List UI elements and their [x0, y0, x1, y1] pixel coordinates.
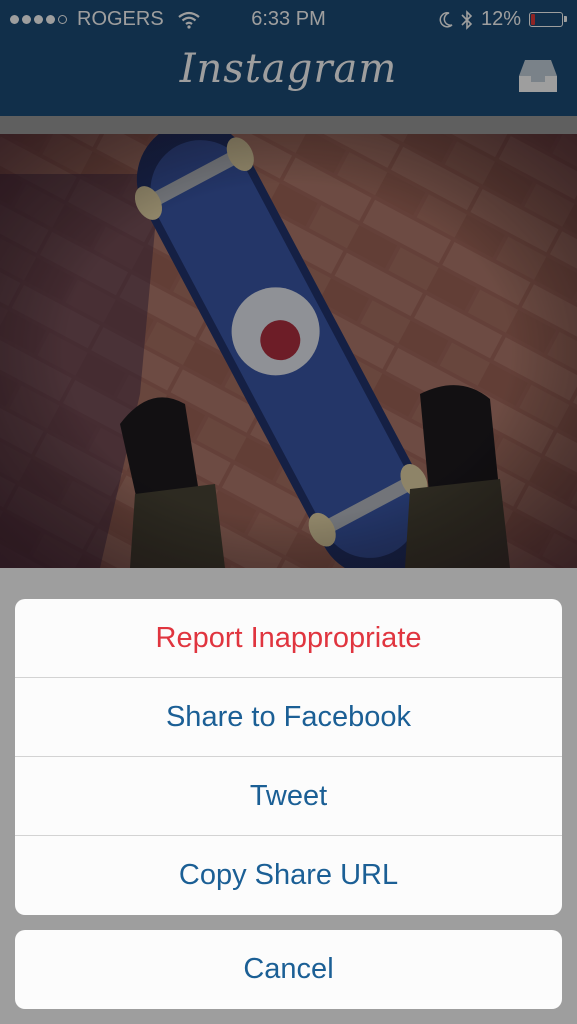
share-to-facebook-button[interactable]: Share to Facebook [15, 678, 562, 757]
tweet-button[interactable]: Tweet [15, 757, 562, 836]
report-inappropriate-button[interactable]: Report Inappropriate [15, 599, 562, 678]
cancel-button[interactable]: Cancel [15, 930, 562, 1009]
action-sheet: Report Inappropriate Share to Facebook T… [15, 599, 562, 915]
copy-share-url-button[interactable]: Copy Share URL [15, 836, 562, 915]
